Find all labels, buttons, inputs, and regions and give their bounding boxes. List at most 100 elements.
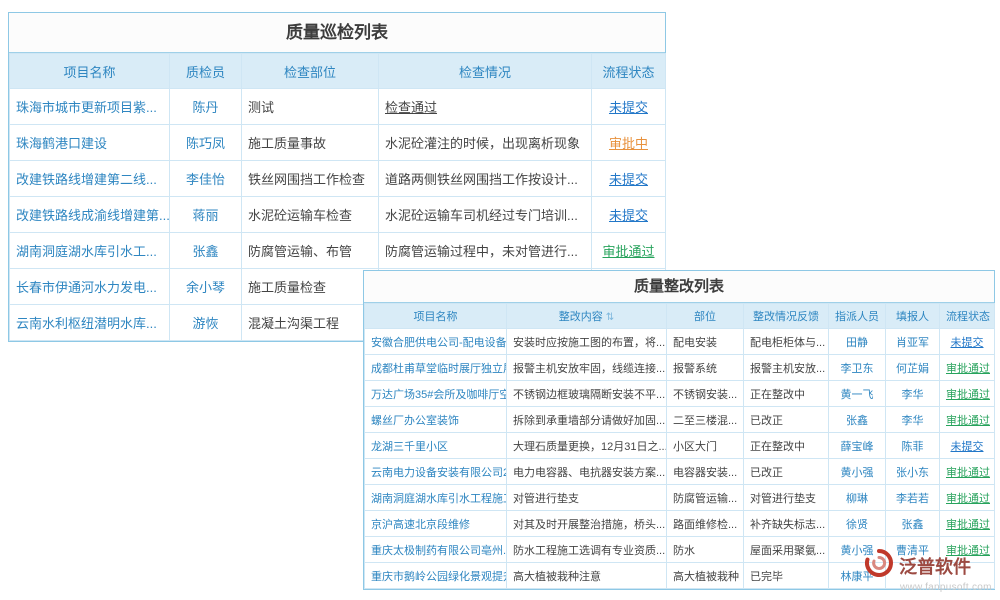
assignee-cell[interactable]: 黄小强: [829, 459, 886, 485]
status-cell[interactable]: 审批通过: [940, 459, 995, 485]
reporter-cell[interactable]: 张小东: [886, 459, 940, 485]
reporter-cell[interactable]: 张鑫: [886, 511, 940, 537]
project-cell[interactable]: 成都杜甫草堂临时展厅独立展...: [365, 355, 507, 381]
status-cell[interactable]: 审批通过: [940, 511, 995, 537]
status-cell[interactable]: 审批通过: [940, 355, 995, 381]
part-cell: 施工质量事故: [242, 125, 379, 161]
status-cell[interactable]: 审批通过: [940, 381, 995, 407]
assignee-cell[interactable]: 张鑫: [829, 407, 886, 433]
status-cell[interactable]: 审批通过: [940, 485, 995, 511]
situation-cell[interactable]: 检查通过: [379, 89, 592, 125]
content-cell: 不锈钢边框玻璃隔断安装不平...: [507, 381, 667, 407]
project-cell[interactable]: 湖南洞庭湖水库引水工...: [10, 233, 170, 269]
part-cell: 高大植被栽种: [667, 563, 744, 589]
project-cell[interactable]: 京沪高速北京段维修: [365, 511, 507, 537]
project-cell[interactable]: 湖南洞庭湖水库引水工程施工标: [365, 485, 507, 511]
content-cell: 报警主机安放牢固，线缆连接...: [507, 355, 667, 381]
table-row: 成都杜甫草堂临时展厅独立展... 报警主机安放牢固，线缆连接... 报警系统 报…: [365, 355, 995, 381]
col-header-situation: 检查情况: [379, 54, 592, 89]
col-header-inspector: 质检员: [170, 54, 242, 89]
project-cell[interactable]: 改建铁路线成渝线增建第...: [10, 197, 170, 233]
inspector-cell[interactable]: 陈丹: [170, 89, 242, 125]
inspector-cell[interactable]: 李佳怡: [170, 161, 242, 197]
inspection-panel-title: 质量巡检列表: [9, 13, 665, 53]
project-cell[interactable]: 改建铁路线增建第二线...: [10, 161, 170, 197]
inspector-cell[interactable]: 陈巧凤: [170, 125, 242, 161]
feedback-cell: 正在整改中: [744, 381, 829, 407]
project-cell[interactable]: 珠海鹤港口建设: [10, 125, 170, 161]
reporter-cell[interactable]: 李华: [886, 381, 940, 407]
table-row: 改建铁路线成渝线增建第... 蒋丽 水泥砼运输车检查 水泥砼运输车司机经过专门培…: [10, 197, 666, 233]
inspector-cell[interactable]: 游恢: [170, 305, 242, 341]
assignee-cell[interactable]: 徐贤: [829, 511, 886, 537]
reporter-cell[interactable]: 陈菲: [886, 433, 940, 459]
table-row: 珠海鹤港口建设 陈巧凤 施工质量事故 水泥砼灌注的时候，出现离析现象 审批中: [10, 125, 666, 161]
inspector-cell[interactable]: 余小琴: [170, 269, 242, 305]
situation-cell: 防腐管运输过程中，未对管进行...: [379, 233, 592, 269]
content-cell: 拆除到承重墙部分请做好加固...: [507, 407, 667, 433]
status-cell[interactable]: 审批通过: [940, 407, 995, 433]
reporter-cell[interactable]: 李若若: [886, 485, 940, 511]
reporter-cell[interactable]: 何芷娟: [886, 355, 940, 381]
status-cell[interactable]: 未提交: [940, 329, 995, 355]
part-cell: 配电安装: [667, 329, 744, 355]
part-cell: 铁丝网围挡工作检查: [242, 161, 379, 197]
rectification-table: 项目名称 整改内容⇅ 部位 整改情况反馈 指派人员 填报人 流程状态 安徽合肥供…: [364, 303, 995, 589]
part-cell: 防水: [667, 537, 744, 563]
assignee-cell[interactable]: 柳琳: [829, 485, 886, 511]
reporter-cell[interactable]: 李华: [886, 407, 940, 433]
part-cell: 防腐管运输...: [667, 485, 744, 511]
project-cell[interactable]: 龙湖三千里小区: [365, 433, 507, 459]
assignee-cell[interactable]: 李卫东: [829, 355, 886, 381]
assignee-cell[interactable]: 薛宝峰: [829, 433, 886, 459]
status-cell[interactable]: 未提交: [940, 433, 995, 459]
table-row: 湖南洞庭湖水库引水工程施工标 对管进行垫支 防腐管运输... 对管进行垫支 柳琳…: [365, 485, 995, 511]
status-cell[interactable]: 未提交: [592, 161, 666, 197]
project-cell[interactable]: 珠海市城市更新项目紫...: [10, 89, 170, 125]
col-header-project: 项目名称: [365, 304, 507, 329]
project-cell[interactable]: 螺丝厂办公室装饰: [365, 407, 507, 433]
content-cell: 安装时应按施工图的布置，将...: [507, 329, 667, 355]
part-cell: 防腐管运输、布管: [242, 233, 379, 269]
col-header-feedback: 整改情况反馈: [744, 304, 829, 329]
part-cell: 报警系统: [667, 355, 744, 381]
project-cell[interactable]: 长春市伊通河水力发电...: [10, 269, 170, 305]
part-cell: 不锈钢安装...: [667, 381, 744, 407]
reporter-cell[interactable]: 肖亚军: [886, 329, 940, 355]
col-header-status: 流程状态: [592, 54, 666, 89]
inspector-cell[interactable]: 张鑫: [170, 233, 242, 269]
table-row: 安徽合肥供电公司-配电设备... 安装时应按施工图的布置，将... 配电安装 配…: [365, 329, 995, 355]
feedback-cell: 配电柜柜体与...: [744, 329, 829, 355]
project-cell[interactable]: 云南水利枢纽潜明水库...: [10, 305, 170, 341]
fanpu-logo-icon: [864, 548, 894, 583]
part-cell: 施工质量检查: [242, 269, 379, 305]
rectification-panel: 质量整改列表 项目名称 整改内容⇅ 部位 整改情况反馈 指派人员 填报人 流程状…: [363, 270, 995, 590]
project-cell[interactable]: 安徽合肥供电公司-配电设备...: [365, 329, 507, 355]
part-cell: 二至三楼混...: [667, 407, 744, 433]
status-cell[interactable]: 审批中: [592, 125, 666, 161]
part-cell: 水泥砼运输车检查: [242, 197, 379, 233]
header-row: 项目名称 整改内容⇅ 部位 整改情况反馈 指派人员 填报人 流程状态: [365, 304, 995, 329]
part-cell: 路面维修检...: [667, 511, 744, 537]
part-cell: 电容器安装...: [667, 459, 744, 485]
table-row: 万达广场35#会所及咖啡厅空... 不锈钢边框玻璃隔断安装不平... 不锈钢安装…: [365, 381, 995, 407]
part-cell: 测试: [242, 89, 379, 125]
part-cell: 混凝土沟渠工程: [242, 305, 379, 341]
table-row: 改建铁路线增建第二线... 李佳怡 铁丝网围挡工作检查 道路两侧铁丝网围挡工作按…: [10, 161, 666, 197]
watermark: 泛普软件 www.fanpusoft.com: [864, 548, 996, 593]
status-cell[interactable]: 审批通过: [592, 233, 666, 269]
feedback-cell: 报警主机安放...: [744, 355, 829, 381]
project-cell[interactable]: 重庆太极制药有限公司亳州...: [365, 537, 507, 563]
col-header-assignee: 指派人员: [829, 304, 886, 329]
col-label: 整改内容: [559, 311, 603, 323]
assignee-cell[interactable]: 黄一飞: [829, 381, 886, 407]
project-cell[interactable]: 万达广场35#会所及咖啡厅空...: [365, 381, 507, 407]
assignee-cell[interactable]: 田静: [829, 329, 886, 355]
inspector-cell[interactable]: 蒋丽: [170, 197, 242, 233]
project-cell[interactable]: 云南电力设备安装有限公司20...: [365, 459, 507, 485]
sort-icon[interactable]: ⇅: [606, 312, 614, 323]
col-header-content[interactable]: 整改内容⇅: [507, 304, 667, 329]
status-cell[interactable]: 未提交: [592, 89, 666, 125]
status-cell[interactable]: 未提交: [592, 197, 666, 233]
project-cell[interactable]: 重庆市鹅岭公园绿化景观提升...: [365, 563, 507, 589]
